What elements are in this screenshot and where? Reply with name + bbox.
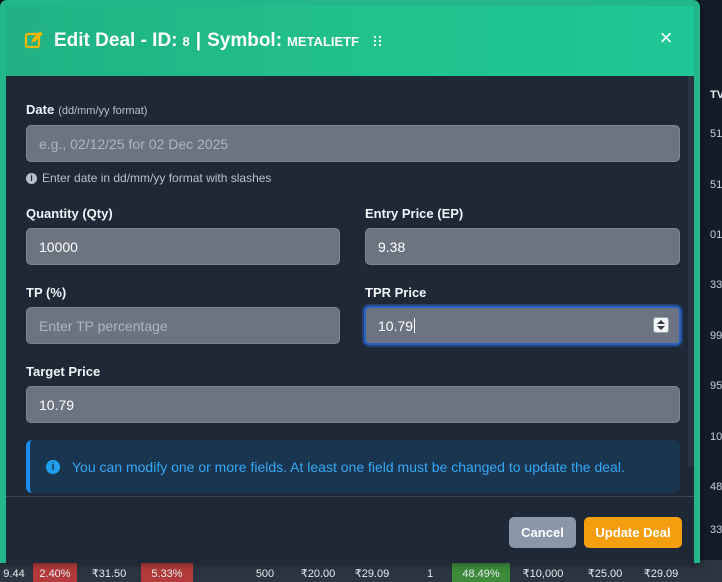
table-cell: 33 (710, 524, 722, 536)
table-cell: 2.40% (33, 562, 77, 582)
symbol-value: METALIETF (287, 34, 360, 49)
date-help: i Enter date in dd/mm/yy format with sla… (26, 171, 271, 185)
table-cell: 48.49% (452, 562, 510, 582)
table-cell: 01 (710, 229, 722, 241)
drag-handle-icon[interactable] (373, 35, 383, 47)
info-icon: i (26, 172, 37, 184)
date-input[interactable]: e.g., 02/12/25 for 02 Dec 2025 (26, 125, 680, 162)
close-icon: × (659, 25, 673, 50)
background-table-column: TV 51 51 01 33 99 95 10 48 33 12 (700, 0, 722, 582)
target-price-input[interactable]: 10.79 (26, 386, 680, 423)
title-separator: | (195, 30, 202, 51)
table-header-cell: TV (710, 89, 722, 101)
table-cell: ₹29.09 (354, 568, 390, 580)
table-cell: 51 (710, 128, 722, 140)
table-cell: 5.33% (141, 562, 193, 582)
quantity-label: Quantity (Qty) (26, 206, 113, 221)
modal-title: Edit Deal - ID: 8 | Symbol: METALIETF (54, 30, 359, 52)
info-circle-icon: i (46, 459, 60, 474)
number-spinner-icon[interactable] (653, 317, 669, 333)
tp-input[interactable]: Enter TP percentage (26, 307, 340, 344)
tpr-price-value: 10.79 (378, 317, 414, 334)
tpr-price-label: TPR Price (365, 285, 427, 300)
tpr-price-input[interactable]: 10.79 (364, 306, 681, 345)
table-cell: 1 (426, 568, 434, 580)
table-cell: 48 (710, 481, 722, 493)
table-cell: 500 (255, 568, 275, 580)
title-prefix: Edit Deal - ID: (54, 30, 178, 51)
date-help-text: Enter date in dd/mm/yy format with slash… (42, 171, 272, 185)
date-format-hint: (dd/mm/yy format) (58, 105, 148, 117)
table-cell: ₹10,000 (522, 568, 564, 580)
deal-id: 8 (182, 34, 190, 49)
table-cell: ₹20.00 (300, 568, 336, 580)
info-alert: i You can modify one or more fields. At … (26, 440, 680, 493)
table-cell: 9.44 (3, 568, 25, 580)
cancel-button[interactable]: Cancel (509, 517, 576, 548)
quantity-input[interactable]: 10000 (26, 228, 340, 265)
update-deal-button[interactable]: Update Deal (584, 517, 682, 548)
table-cell: ₹29.09 (643, 568, 679, 580)
entry-price-label: Entry Price (EP) (365, 206, 464, 221)
date-label: Date (dd/mm/yy format) (26, 102, 147, 117)
table-cell: ₹31.50 (91, 568, 127, 580)
table-cell: 51 (710, 179, 722, 191)
background-table-row: 9.44 2.40% ₹31.50 5.33% 500 ₹20.00 ₹29.0… (0, 560, 722, 582)
table-cell: ₹25.00 (587, 568, 623, 580)
edit-icon (24, 30, 46, 52)
footer-divider (6, 496, 694, 497)
tp-label: TP (%) (26, 285, 67, 300)
scrollbar[interactable] (688, 76, 694, 466)
target-price-label: Target Price (26, 364, 101, 379)
date-label-text: Date (26, 102, 55, 117)
symbol-label: Symbol: (207, 30, 283, 51)
close-button[interactable]: × (656, 27, 676, 49)
info-alert-text: You can modify one or more fields. At le… (72, 458, 625, 475)
table-cell: 95 (710, 380, 722, 392)
table-cell: 99 (710, 330, 722, 342)
text-caret (414, 318, 416, 333)
entry-price-input[interactable]: 9.38 (365, 228, 680, 265)
edit-deal-modal: Edit Deal - ID: 8 | Symbol: METALIETF × … (0, 0, 700, 563)
modal-header[interactable]: Edit Deal - ID: 8 | Symbol: METALIETF × (6, 6, 694, 76)
table-cell: 33 (710, 279, 722, 291)
table-cell: 10 (710, 431, 722, 443)
